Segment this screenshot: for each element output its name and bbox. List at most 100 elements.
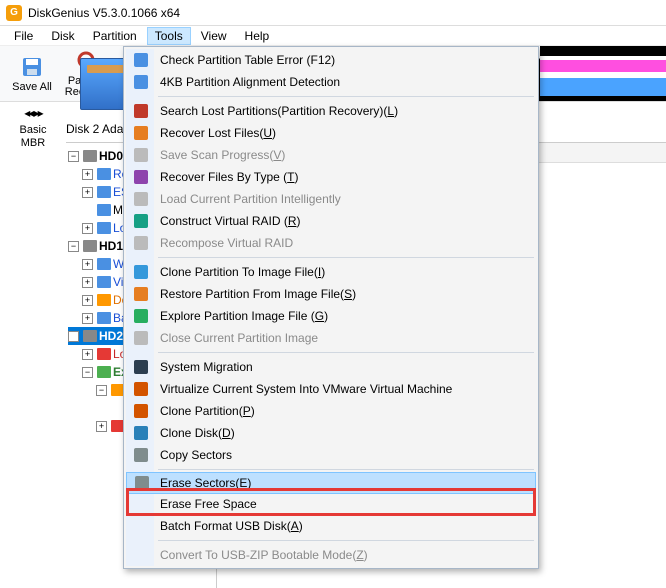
expand-icon[interactable]: + (82, 349, 93, 360)
menu-item-label: Close Current Partition Image (160, 331, 318, 345)
volume-icon (97, 366, 111, 378)
menu-item-label: System Migration (160, 360, 253, 374)
menu-view[interactable]: View (193, 27, 235, 45)
menu-item-label: Recompose Virtual RAID (160, 236, 293, 250)
menu-item[interactable]: Clone Partition To Image File(I) (126, 261, 536, 283)
menu-item-label: Erase Sectors(E) (160, 476, 251, 490)
menu-separator (158, 352, 534, 353)
nav-arrows[interactable]: ◂◂ ▸▸ (24, 106, 41, 120)
menu-item: Close Current Partition Image (126, 327, 536, 349)
menu-file[interactable]: File (6, 27, 41, 45)
recover-icon (132, 124, 150, 142)
migrate-icon (132, 358, 150, 376)
menu-item[interactable]: Virtualize Current System Into VMware Vi… (126, 378, 536, 400)
collapse-icon[interactable]: − (96, 385, 107, 396)
window-title: DiskGenius V5.3.0.1066 x64 (28, 6, 180, 20)
expand-icon[interactable]: + (82, 223, 93, 234)
cloned-icon (132, 424, 150, 442)
menu-bar: FileDiskPartitionToolsViewHelp (0, 26, 666, 46)
volume-icon (97, 348, 111, 360)
menu-item[interactable]: Clone Disk(D) (126, 422, 536, 444)
menu-item: Convert To USB-ZIP Bootable Mode(Z) (126, 544, 536, 566)
menu-tools[interactable]: Tools (147, 27, 191, 45)
menu-item[interactable]: Restore Partition From Image File(S) (126, 283, 536, 305)
menu-item-label: Convert To USB-ZIP Bootable Mode(Z) (160, 548, 368, 562)
menu-item-label: Save Scan Progress(V) (160, 148, 285, 162)
expand-icon[interactable]: + (82, 169, 93, 180)
align-icon (132, 73, 150, 91)
menu-item: Recompose Virtual RAID (126, 232, 536, 254)
menu-separator (158, 540, 534, 541)
menu-item[interactable]: Recover Lost Files(U) (126, 122, 536, 144)
volume-icon (97, 204, 111, 216)
blank-icon (132, 495, 150, 513)
menu-item[interactable]: Clone Partition(P) (126, 400, 536, 422)
cloneimg-icon (132, 263, 150, 281)
volume-icon (97, 222, 111, 234)
menu-item-label: Virtualize Current System Into VMware Vi… (160, 382, 452, 396)
collapse-icon[interactable]: − (68, 331, 79, 342)
expand-icon[interactable]: + (96, 421, 107, 432)
check-icon (132, 51, 150, 69)
search-icon (132, 102, 150, 120)
menu-partition[interactable]: Partition (85, 27, 145, 45)
erase-icon (133, 474, 151, 492)
disk-type-label: Basic MBR (20, 124, 47, 150)
menu-item[interactable]: Batch Format USB Disk(A) (126, 515, 536, 537)
menu-item[interactable]: Recover Files By Type (T) (126, 166, 536, 188)
blank-icon (132, 546, 150, 564)
menu-item-label: Search Lost Partitions(Partition Recover… (160, 104, 398, 118)
reraid-icon (132, 234, 150, 252)
expand-icon[interactable]: + (82, 259, 93, 270)
close-icon (132, 329, 150, 347)
menu-item[interactable]: 4KB Partition Alignment Detection (126, 71, 536, 93)
volume-icon (97, 276, 111, 288)
save-all-button[interactable]: Save All (6, 49, 58, 99)
menu-item: Save Scan Progress(V) (126, 144, 536, 166)
copy-icon (132, 446, 150, 464)
title-bar: G DiskGenius V5.3.0.1066 x64 (0, 0, 666, 26)
menu-item[interactable]: Copy Sectors (126, 444, 536, 466)
menu-help[interactable]: Help (237, 27, 278, 45)
menu-item[interactable]: System Migration (126, 356, 536, 378)
drive-icon (83, 330, 97, 342)
menu-separator (158, 96, 534, 97)
expand-icon[interactable]: + (82, 277, 93, 288)
menu-item[interactable]: Search Lost Partitions(Partition Recover… (126, 100, 536, 122)
menu-item-label: Restore Partition From Image File(S) (160, 287, 356, 301)
save-icon (132, 146, 150, 164)
volume-icon (97, 186, 111, 198)
expand-icon[interactable]: + (82, 187, 93, 198)
volume-icon (97, 294, 111, 306)
basic-label: Basic (20, 124, 47, 137)
volume-icon (97, 312, 111, 324)
bytype-icon (132, 168, 150, 186)
smart-icon (132, 190, 150, 208)
menu-item[interactable]: Erase Free Space (126, 493, 536, 515)
mbr-label: MBR (20, 137, 47, 150)
menu-item-label: Erase Free Space (160, 497, 257, 511)
drive-icon (83, 240, 97, 252)
menu-disk[interactable]: Disk (43, 27, 82, 45)
menu-item-label: Recover Files By Type (T) (160, 170, 299, 184)
menu-item-label: Copy Sectors (160, 448, 232, 462)
collapse-icon[interactable]: − (68, 241, 79, 252)
collapse-icon[interactable]: − (68, 151, 79, 162)
menu-item: Load Current Partition Intelligently (126, 188, 536, 210)
menu-item[interactable]: Explore Partition Image File (G) (126, 305, 536, 327)
left-column: ◂◂ ▸▸ Basic MBR (0, 102, 66, 588)
restore-icon (132, 285, 150, 303)
menu-item[interactable]: Check Partition Table Error (F12) (126, 49, 536, 71)
vm-icon (132, 380, 150, 398)
collapse-icon[interactable]: − (82, 367, 93, 378)
partition-color-strip (540, 56, 666, 96)
tools-menu-dropdown[interactable]: Check Partition Table Error (F12) 4KB Par… (123, 46, 539, 569)
expand-icon[interactable]: + (82, 295, 93, 306)
expand-icon[interactable]: + (82, 313, 93, 324)
menu-item-label: 4KB Partition Alignment Detection (160, 75, 340, 89)
save-icon (20, 55, 44, 79)
menu-item[interactable]: Erase Sectors(E) (126, 472, 536, 494)
drive-icon (83, 150, 97, 162)
menu-separator (158, 257, 534, 258)
menu-item[interactable]: Construct Virtual RAID (R) (126, 210, 536, 232)
